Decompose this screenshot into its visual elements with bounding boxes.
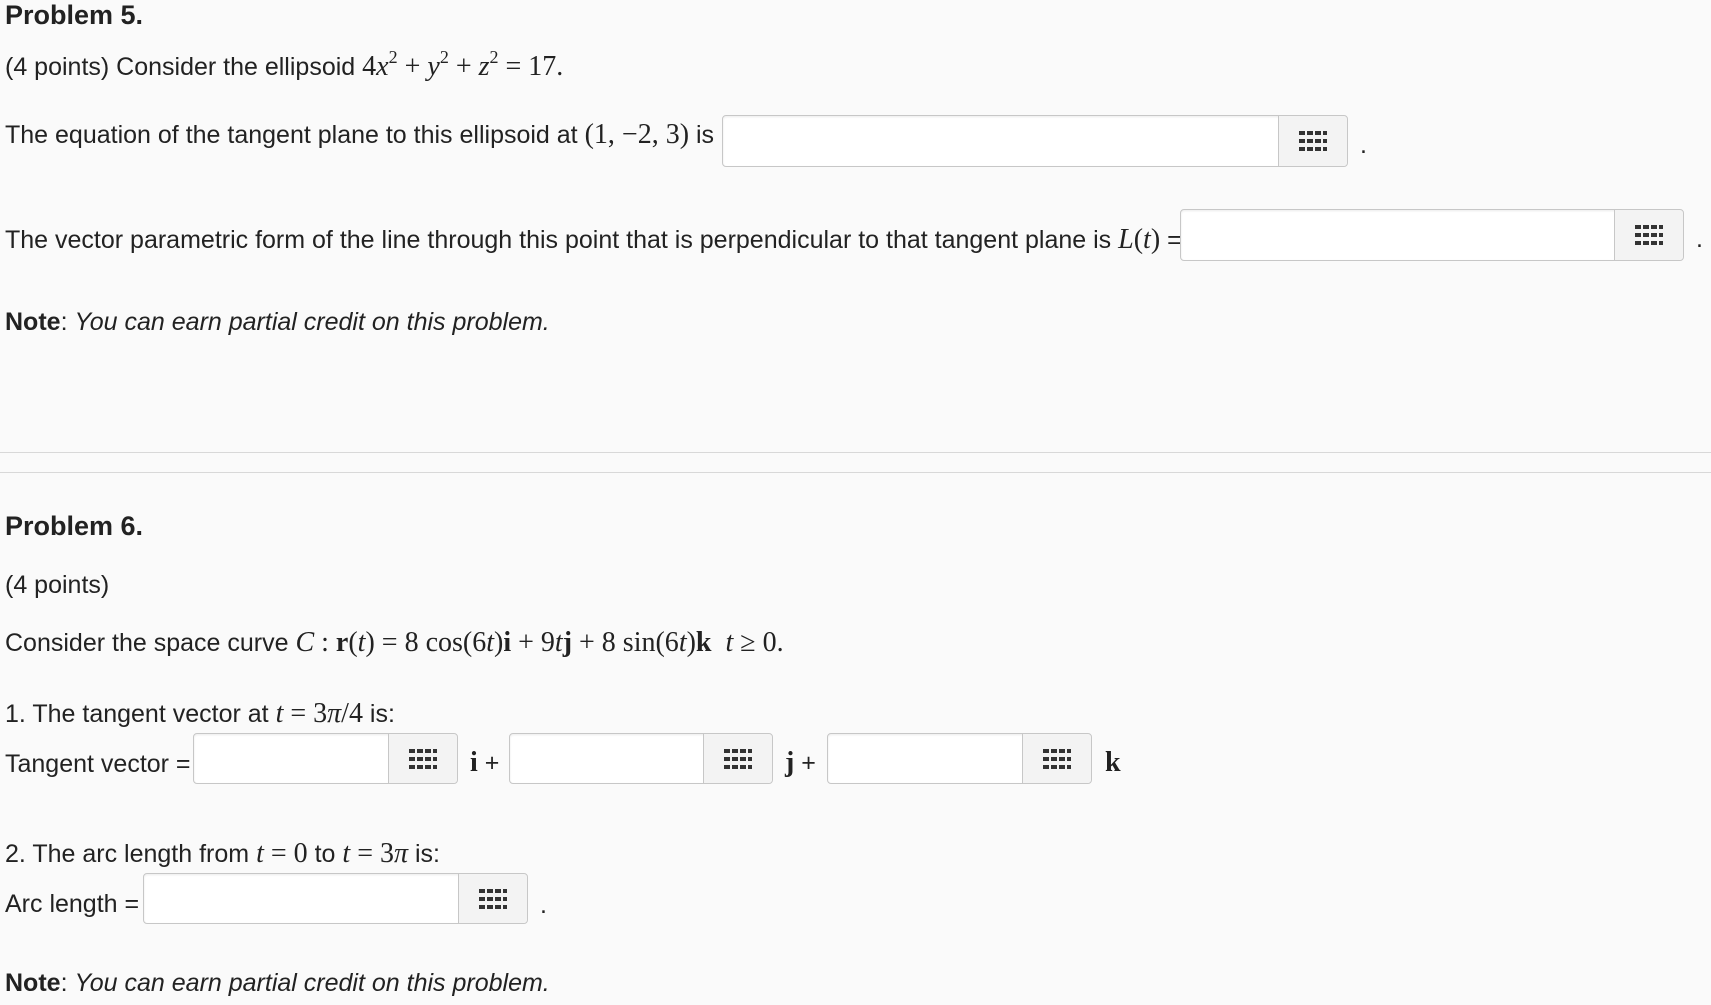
problem6-note: Note: You can earn partial credit on thi…	[5, 968, 550, 998]
tangent-vector-label: Tangent vector =	[5, 750, 191, 778]
normal-line-answer-field	[1180, 209, 1684, 261]
line-function: L(t)	[1118, 224, 1161, 255]
q1-time: t = 3π/4	[275, 698, 363, 729]
tangent-plane-palette-button[interactable]	[1278, 116, 1347, 166]
tangent-plane-answer-field	[722, 115, 1348, 167]
normal-line-question: The vector parametric form of the line t…	[5, 225, 1182, 255]
arc-length-palette-button[interactable]	[458, 874, 527, 923]
problem5-intro-text: (4 points) Consider the ellipsoid	[5, 53, 356, 81]
grid-palette-icon	[1043, 748, 1071, 769]
note-label: Note	[5, 308, 61, 336]
plus-sign: +	[484, 749, 500, 777]
tangent-vector-question: 1. The tangent vector at t = 3π/4 is:	[5, 699, 395, 729]
note-text: You can earn partial credit on this prob…	[74, 308, 550, 336]
q2-to: to	[314, 840, 336, 868]
tangent-plane-is: is	[696, 121, 715, 149]
grid-palette-icon	[1635, 225, 1663, 245]
section-divider	[0, 452, 1711, 453]
tangent-period: .	[1360, 131, 1367, 159]
tangent-plane-input[interactable]	[723, 116, 1279, 166]
q2-is: is:	[414, 840, 440, 868]
note-colon: :	[60, 308, 75, 336]
grid-palette-icon	[409, 748, 437, 769]
space-curve-statement: Consider the space curve C : r(t) = 8 co…	[5, 628, 784, 658]
space-curve-text: Consider the space curve	[5, 629, 289, 657]
problem5-title: Problem 5.	[5, 0, 144, 30]
q1-is: is:	[369, 700, 395, 728]
section-divider	[0, 472, 1711, 473]
tangent-j-answer-field	[509, 733, 773, 784]
note-text: You can earn partial credit on this prob…	[74, 969, 550, 997]
q2-start: t = 0	[256, 838, 308, 869]
tangent-i-answer-field	[193, 733, 458, 784]
normal-line-palette-button[interactable]	[1614, 210, 1683, 260]
problem5-intro: (4 points) Consider the ellipsoid 4x2 + …	[5, 47, 564, 82]
q2-end: t = 3π	[342, 838, 409, 869]
space-curve-equation: C : r(t) = 8 cos(6t)i + 9tj + 8 sin(6t)k…	[295, 627, 784, 658]
q2-text: 2. The arc length from	[5, 840, 250, 868]
problem5-note: Note: You can earn partial credit on thi…	[5, 307, 550, 337]
arc-length-period: .	[540, 891, 547, 919]
tangent-k-answer-field	[827, 733, 1092, 784]
tangent-i-input[interactable]	[194, 734, 389, 783]
tangent-k-input[interactable]	[828, 734, 1023, 783]
arc-length-question: 2. The arc length from t = 0 to t = 3π i…	[5, 839, 440, 869]
j-unit-plus: j +	[785, 748, 816, 778]
normal-line-period: .	[1696, 225, 1703, 253]
tangent-point: (1, −2, 3)	[584, 119, 690, 150]
note-colon: :	[60, 969, 75, 997]
tangent-plane-question: The equation of the tangent plane to thi…	[5, 120, 714, 150]
problem6-points: (4 points)	[5, 571, 110, 599]
arc-length-label: Arc length =	[5, 890, 140, 918]
k-unit-vector: k	[1105, 747, 1121, 778]
note-label: Note	[5, 969, 61, 997]
plus-sign: +	[801, 749, 816, 777]
k-unit: k	[1105, 748, 1121, 778]
i-unit-plus: i +	[470, 748, 499, 778]
normal-line-text: The vector parametric form of the line t…	[5, 226, 1112, 254]
tangent-j-input[interactable]	[510, 734, 704, 783]
tangent-j-palette-button[interactable]	[703, 734, 772, 783]
tangent-plane-text: The equation of the tangent plane to thi…	[5, 121, 578, 149]
problem6-title: Problem 6.	[5, 511, 144, 541]
arc-length-answer-field	[143, 873, 528, 924]
normal-line-input[interactable]	[1181, 210, 1615, 260]
j-unit-vector: j	[785, 747, 795, 778]
grid-palette-icon	[479, 888, 507, 909]
i-unit-vector: i	[470, 747, 478, 778]
arc-length-input[interactable]	[144, 874, 459, 923]
tangent-i-palette-button[interactable]	[388, 734, 457, 783]
q1-text: 1. The tangent vector at	[5, 700, 269, 728]
tangent-k-palette-button[interactable]	[1022, 734, 1091, 783]
grid-palette-icon	[724, 748, 752, 769]
grid-palette-icon	[1299, 131, 1327, 151]
ellipsoid-equation: 4x2 + y2 + z2 = 17.	[362, 47, 564, 82]
